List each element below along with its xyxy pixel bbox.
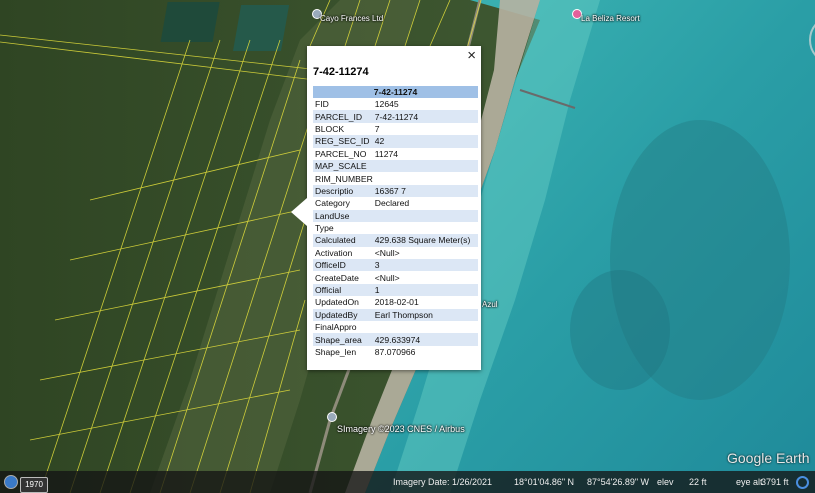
attribute-value: 7-42-11274 <box>372 110 478 123</box>
table-row: MAP_SCALE <box>313 159 478 173</box>
latitude: 18°01'04.86" N <box>514 477 575 487</box>
table-row: OfficeID 3 <box>313 259 478 272</box>
attribute-value: <Null> <box>374 272 400 283</box>
attribute-value: Earl Thompson <box>372 308 478 322</box>
close-icon[interactable]: × <box>467 48 476 64</box>
table-row: UpdatedBy Earl Thompson <box>313 308 478 322</box>
attribute-value <box>373 222 478 234</box>
table-row: PARCEL_ID 7-42-11274 <box>313 110 478 123</box>
attribute-value: <Null> <box>374 247 400 258</box>
look-ring[interactable] <box>809 16 815 64</box>
attribute-rows: FID 12645 PARCEL_ID 7-42-11274 BLOCK 7 REG_SEC… <box>313 98 478 358</box>
table-row: PARCEL_NO 11274 <box>313 148 478 160</box>
attribute-key: RIM_NUMBER <box>315 173 373 184</box>
attribute-value: 11274 <box>374 148 399 159</box>
table-row: Descriptio 16367 7 <box>313 184 478 198</box>
eye-alt-label: eye alt <box>736 477 763 487</box>
attribute-value: 429.633974 <box>372 333 478 346</box>
attribute-key: Official <box>313 283 373 297</box>
longitude: 87°54'26.89" W <box>587 477 650 487</box>
table-row: UpdatedOn 2018-02-01 <box>313 296 478 308</box>
attribute-key: BLOCK <box>315 123 345 134</box>
table-row: Calculated 429.638 Square Meter(s) <box>313 234 478 247</box>
attribute-value: Declared <box>374 198 410 209</box>
table-row: REG_SEC_ID 42 <box>313 135 478 148</box>
place-label-bottom[interactable]: SImagery ©2023 CNES / Airbus <box>337 424 465 434</box>
attribute-key: Calculated <box>313 234 373 247</box>
attribute-key: CreateDate <box>315 272 359 283</box>
attribute-key: REG_SEC_ID <box>313 135 373 148</box>
attribute-key: FinalAppro <box>315 322 357 333</box>
attribute-value <box>372 159 478 173</box>
attribute-value: 1 <box>372 283 478 297</box>
attribute-key: FID <box>315 99 329 110</box>
eye-altitude: 3791 ft <box>761 477 789 487</box>
attribute-value: 12645 <box>374 99 399 110</box>
attribute-key: OfficeID <box>313 259 373 272</box>
attribute-value <box>373 172 478 184</box>
attribute-value: 3 <box>372 259 478 272</box>
attribute-key: UpdatedBy <box>313 308 373 322</box>
place-label-azul: Azul <box>482 300 498 309</box>
table-row: Activation <Null> <box>313 247 478 259</box>
globe-icon[interactable] <box>4 475 18 489</box>
attribute-key: Shape_len <box>315 347 357 357</box>
attribute-value: 87.070966 <box>374 347 416 357</box>
attribute-value: 42 <box>372 135 478 148</box>
table-row: Shape_len 87.070966 <box>313 346 478 358</box>
parcel-info-popup: × 7-42-11274 7-42-11274 FID 12645 PARCEL_I… <box>291 46 481 370</box>
historical-imagery-year[interactable]: 1970 <box>20 477 48 493</box>
table-row: Official 1 <box>313 283 478 297</box>
table-row: LandUse <box>313 209 478 222</box>
place-label-cayo[interactable]: Cayo Frances Ltd <box>320 14 383 23</box>
status-bar: 1970 Imagery Date: 1/26/2021 18°01'04.86… <box>0 471 815 493</box>
table-row: Category Declared <box>313 197 478 209</box>
table-row: Shape_area 429.633974 <box>313 333 478 346</box>
loading-indicator-icon <box>796 476 809 489</box>
imagery-date: Imagery Date: 1/26/2021 <box>393 477 493 487</box>
attribute-key: Activation <box>315 247 353 258</box>
place-label-resort[interactable]: La Beliza Resort <box>581 14 640 23</box>
popup-pointer <box>291 198 307 226</box>
attribute-key: UpdatedOn <box>315 297 359 308</box>
table-header: 7-42-11274 <box>313 86 478 98</box>
attribute-key: Descriptio <box>313 184 373 198</box>
table-row: RIM_NUMBER <box>313 172 478 184</box>
elev-label: elev <box>657 477 674 487</box>
attribute-value <box>372 209 478 222</box>
attribute-value: 7 <box>374 123 380 134</box>
attribute-value: 16367 7 <box>372 184 478 198</box>
elevation: 22 ft <box>689 477 707 487</box>
table-row: CreateDate <Null> <box>313 271 478 283</box>
table-row: Type <box>313 222 478 234</box>
attribute-key: Category <box>315 198 350 209</box>
attribute-key: LandUse <box>313 209 373 222</box>
attribute-table: 7-42-11274 FID 12645 PARCEL_ID 7-42-11274 BL… <box>313 86 478 358</box>
attribute-key: Type <box>315 223 334 234</box>
attribute-key: PARCEL_ID <box>313 110 373 123</box>
attribute-key: PARCEL_NO <box>315 148 367 159</box>
table-row: BLOCK 7 <box>313 123 478 135</box>
place-pin-icon[interactable] <box>327 412 337 422</box>
table-row: FID 12645 <box>313 98 478 110</box>
attribute-key: MAP_SCALE <box>313 159 373 173</box>
popup-title: 7-42-11274 <box>313 66 369 78</box>
attribute-value <box>373 321 478 333</box>
attribute-value: 429.638 Square Meter(s) <box>372 234 478 247</box>
attribute-key: Shape_area <box>313 333 373 346</box>
google-earth-logo: Google Earth <box>727 450 810 466</box>
table-row: FinalAppro <box>313 321 478 333</box>
attribute-value: 2018-02-01 <box>374 297 419 308</box>
